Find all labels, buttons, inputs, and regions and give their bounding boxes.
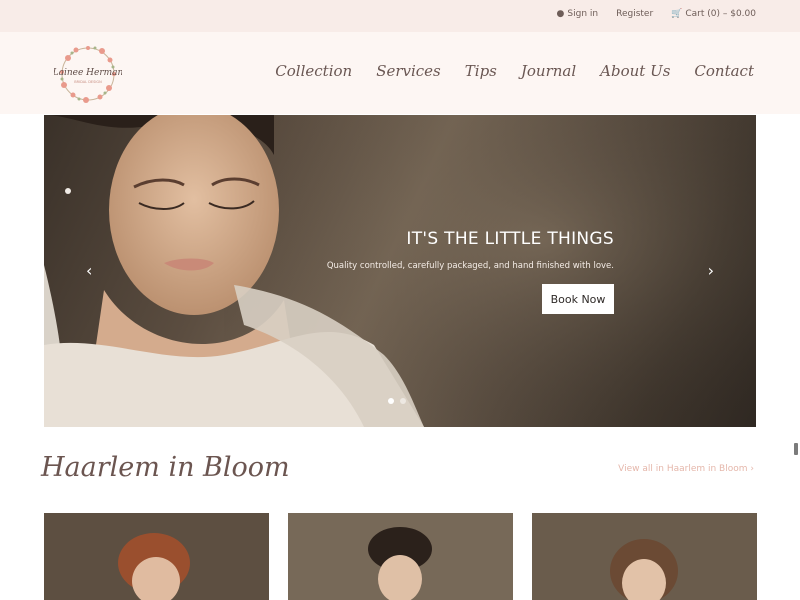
nav-journal[interactable]: Journal [521,62,576,80]
register-link[interactable]: Register [616,9,653,19]
cart-link[interactable]: 🛒 Cart (0) – $0.00 [671,9,756,19]
view-all-label: View all in Haarlem in Bloom [618,464,748,474]
product-image [288,513,513,600]
product-image [532,513,757,600]
product-card[interactable] [532,513,757,600]
logo-tagline: BRIDAL DESIGN [74,80,102,84]
chevron-right-icon: › [707,261,714,280]
hero-carousel: ‹ › IT'S THE LITTLE THINGS Quality contr… [44,115,756,427]
main-nav: Collection Services Tips Journal About U… [275,62,754,80]
hero-title: IT'S THE LITTLE THINGS [406,229,614,249]
book-now-button[interactable]: Book Now [542,284,614,314]
section-title: Haarlem in Bloom [41,452,290,483]
logo-wreath: Lainee Herman BRIDAL DESIGN [52,46,124,103]
sign-in-label: Sign in [567,9,599,19]
carousel-prev-button[interactable]: ‹ [86,261,92,280]
cart-label: Cart (0) – $0.00 [685,9,756,19]
carousel-dot[interactable] [388,398,394,404]
chevron-right-icon: › [750,464,754,474]
site-header: Lainee Herman BRIDAL DESIGN Collection S… [0,32,800,114]
chevron-left-icon: ‹ [86,261,93,280]
view-all-link[interactable]: View all in Haarlem in Bloom › [618,464,754,474]
nav-about-us[interactable]: About Us [600,62,670,80]
carousel-indicators [388,398,406,404]
scrollbar-thumb[interactable] [794,443,798,455]
product-card[interactable] [288,513,513,600]
nav-tips[interactable]: Tips [465,62,497,80]
hero-subtitle: Quality controlled, carefully packaged, … [326,261,614,271]
hero-image [44,115,756,427]
carousel-dot[interactable] [400,398,406,404]
nav-collection[interactable]: Collection [275,62,352,80]
user-icon: ● [556,9,565,19]
sign-in-link[interactable]: ● Sign in [557,9,599,19]
account-links: ● Sign in Register 🛒 Cart (0) – $0.00 [557,9,756,19]
hero-caption: IT'S THE LITTLE THINGS Quality controlle… [327,229,614,271]
top-bar: ● Sign in Register 🛒 Cart (0) – $0.00 [0,0,800,32]
carousel-next-button[interactable]: › [708,261,714,280]
nav-contact[interactable]: Contact [694,62,754,80]
product-card[interactable] [44,513,269,600]
product-image [44,513,269,600]
cart-icon: 🛒 [671,9,683,19]
logo-name: Lainee Herman [54,68,122,78]
nav-services[interactable]: Services [376,62,441,80]
brand-logo[interactable]: Lainee Herman BRIDAL DESIGN [52,42,124,106]
